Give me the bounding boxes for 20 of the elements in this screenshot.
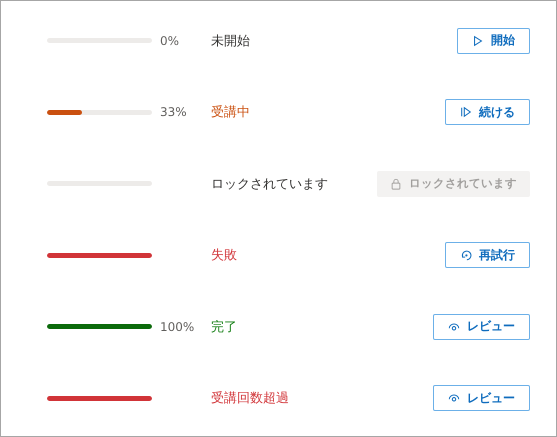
- lock-icon: [390, 178, 402, 190]
- review-button[interactable]: レビュー: [433, 385, 530, 412]
- retry-button[interactable]: 再試行: [445, 242, 530, 268]
- status-label: ロックされています: [211, 176, 328, 192]
- status-label: 受講回数超過: [211, 391, 289, 406]
- status-label: 受講中: [211, 105, 250, 120]
- status-label: 完了: [211, 320, 237, 335]
- continue-button[interactable]: 続ける: [445, 99, 530, 126]
- progress-percent: 100%: [160, 320, 194, 334]
- skip-play-icon: [460, 106, 472, 118]
- review-button[interactable]: レビュー: [433, 314, 530, 340]
- eye-icon: [448, 392, 460, 404]
- status-label: 未開始: [211, 34, 250, 49]
- eye-icon: [448, 320, 460, 333]
- retry-icon: [460, 249, 472, 262]
- play-icon: [472, 34, 484, 47]
- play-button[interactable]: 開始: [457, 28, 530, 54]
- progress-percent: 0%: [160, 34, 180, 48]
- progress-percent: 33%: [160, 105, 187, 120]
- status-label: 失敗: [211, 248, 237, 264]
